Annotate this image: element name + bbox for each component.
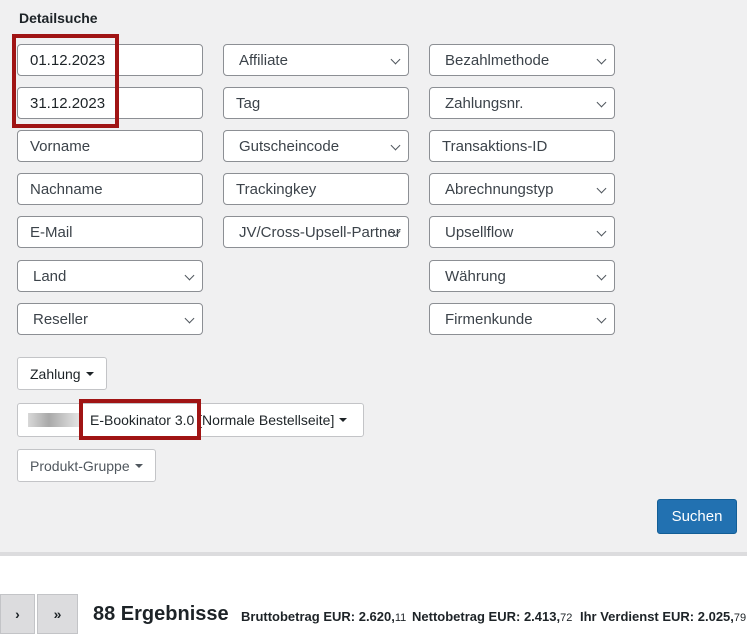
- jv-partner-select[interactable]: JV/Cross-Upsell-Partner: [223, 216, 409, 248]
- earnings-label: Ihr Verdienst EUR:: [580, 609, 698, 624]
- gross-cents: 11: [394, 612, 407, 624]
- product-dropdown-button[interactable]: E-Bookinator 3.0 [Normale Bestellseite]: [17, 403, 364, 437]
- firstname-input[interactable]: Vorname: [17, 130, 203, 162]
- affiliate-select[interactable]: Affiliate: [223, 44, 409, 76]
- caret-down-icon: [85, 371, 94, 376]
- net-cents: 72: [560, 612, 573, 624]
- pager-last-button[interactable]: »: [37, 594, 78, 634]
- gross-value: 2.620,: [358, 609, 395, 624]
- search-button[interactable]: Suchen: [657, 499, 737, 534]
- payment-button-label: Zahlung: [30, 365, 81, 382]
- gross-label: Bruttobetrag EUR:: [241, 609, 359, 624]
- caret-down-icon: [134, 463, 143, 468]
- product-button-label: E-Bookinator 3.0 [Normale Bestellseite]: [90, 412, 335, 428]
- transaction-id-input[interactable]: Transaktions-ID: [429, 130, 615, 162]
- lastname-input[interactable]: Nachname: [17, 173, 203, 205]
- net-value: 2.413,: [523, 609, 561, 624]
- payment-number-select[interactable]: Zahlungsnr.: [429, 87, 615, 119]
- date-to-input[interactable]: 31.12.2023: [17, 87, 203, 119]
- trackingkey-input[interactable]: Trackingkey: [223, 173, 409, 205]
- results-footer: [0, 556, 747, 643]
- upsellflow-select[interactable]: Upsellflow: [429, 216, 615, 248]
- caret-down-icon: [339, 418, 348, 422]
- payment-method-select[interactable]: Bezahlmethode: [429, 44, 615, 76]
- blurred-product-prefix: [28, 413, 80, 427]
- net-amount: Nettobetrag EUR: 2.413,72: [412, 609, 572, 624]
- email-input[interactable]: E-Mail: [17, 216, 203, 248]
- product-group-button-label: Produkt-Gruppe: [30, 457, 130, 474]
- currency-select[interactable]: Währung: [429, 260, 615, 292]
- net-label: Nettobetrag EUR:: [412, 609, 524, 624]
- tag-input[interactable]: Tag: [223, 87, 409, 119]
- gross-amount: Bruttobetrag EUR: 2.620,11: [241, 609, 406, 624]
- reseller-select[interactable]: Reseller: [17, 303, 203, 335]
- earnings-value: 2.025,: [697, 609, 734, 624]
- billing-type-select[interactable]: Abrechnungstyp: [429, 173, 615, 205]
- results-count: 88 Ergebnisse: [93, 603, 229, 625]
- panel-heading: Detailsuche: [19, 10, 98, 26]
- payment-dropdown-button[interactable]: Zahlung: [17, 357, 107, 390]
- coupon-select[interactable]: Gutscheincode: [223, 130, 409, 162]
- search-panel: Detailsuche 01.12.2023 31.12.2023 Vornam…: [0, 0, 747, 552]
- pager-next-button[interactable]: ›: [0, 594, 35, 634]
- earnings-cents: 79: [733, 612, 747, 624]
- country-select[interactable]: Land: [17, 260, 203, 292]
- company-select[interactable]: Firmenkunde: [429, 303, 615, 335]
- product-group-dropdown-button[interactable]: Produkt-Gruppe: [17, 449, 156, 482]
- earnings-amount: Ihr Verdienst EUR: 2.025,79: [580, 609, 746, 624]
- date-from-input[interactable]: 01.12.2023: [17, 44, 203, 76]
